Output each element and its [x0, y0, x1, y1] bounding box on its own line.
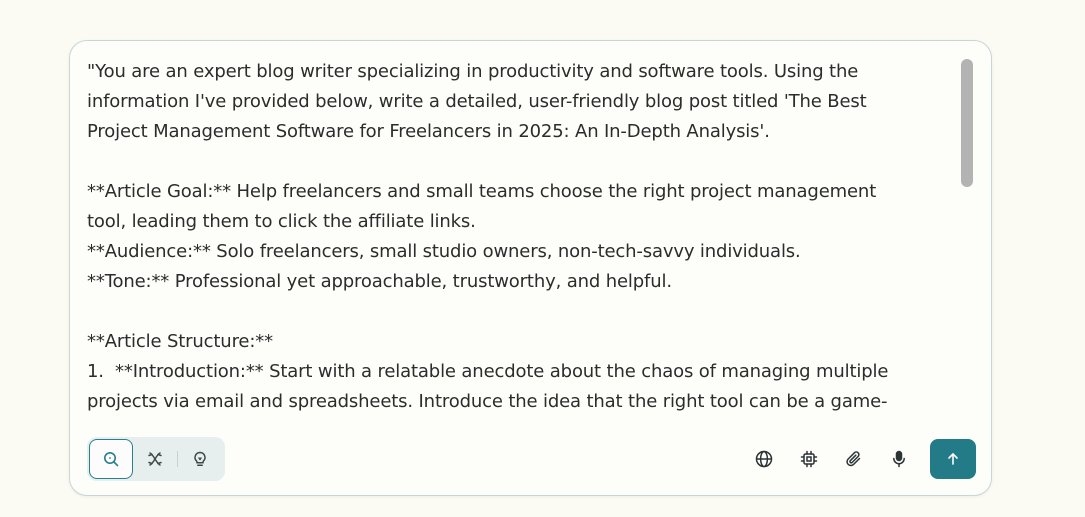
prompt-line: [87, 297, 943, 327]
model-button[interactable]: [791, 441, 827, 477]
voice-input-button[interactable]: [881, 441, 917, 477]
prompt-line: Project Management Software for Freelanc…: [87, 121, 770, 142]
research-icon: [146, 450, 164, 468]
think-mode-button[interactable]: [178, 441, 222, 477]
web-search-button[interactable]: [746, 441, 782, 477]
prompt-line: **Article Structure:**: [87, 331, 273, 352]
paperclip-icon: [844, 449, 864, 469]
prompt-line: information I've provided below, write a…: [87, 91, 867, 112]
microphone-icon: [889, 449, 909, 469]
prompt-textarea[interactable]: "You are an expert blog writer specializ…: [87, 57, 943, 417]
research-mode-button[interactable]: [134, 441, 176, 477]
attach-button[interactable]: [836, 441, 872, 477]
search-mode-button[interactable]: [89, 439, 133, 479]
composer-toolbar: [87, 437, 976, 483]
prompt-line: **Audience:** Solo freelancers, small st…: [87, 241, 801, 262]
scrollbar-thumb[interactable]: [961, 59, 973, 187]
prompt-line: 1. **Introduction:** Start with a relata…: [87, 361, 889, 382]
prompt-line: **Article Goal:** Help freelancers and s…: [87, 181, 877, 202]
prompt-line: "You are an expert blog writer specializ…: [87, 61, 859, 82]
prompt-scrollbar[interactable]: [961, 59, 973, 419]
cpu-chip-icon: [799, 449, 819, 469]
send-button[interactable]: [930, 439, 976, 479]
prompt-line: tool, leading them to click the affiliat…: [87, 211, 476, 232]
search-icon: [102, 450, 120, 468]
chat-composer: "You are an expert blog writer specializ…: [69, 40, 992, 496]
prompt-line: **Tone:** Professional yet approachable,…: [87, 271, 672, 292]
prompt-line: projects via email and spreadsheets. Int…: [87, 391, 888, 412]
lightbulb-icon: [191, 450, 209, 468]
prompt-line: [87, 147, 943, 177]
globe-icon: [754, 449, 774, 469]
arrow-up-icon: [945, 451, 961, 467]
mode-selector: [87, 437, 225, 481]
